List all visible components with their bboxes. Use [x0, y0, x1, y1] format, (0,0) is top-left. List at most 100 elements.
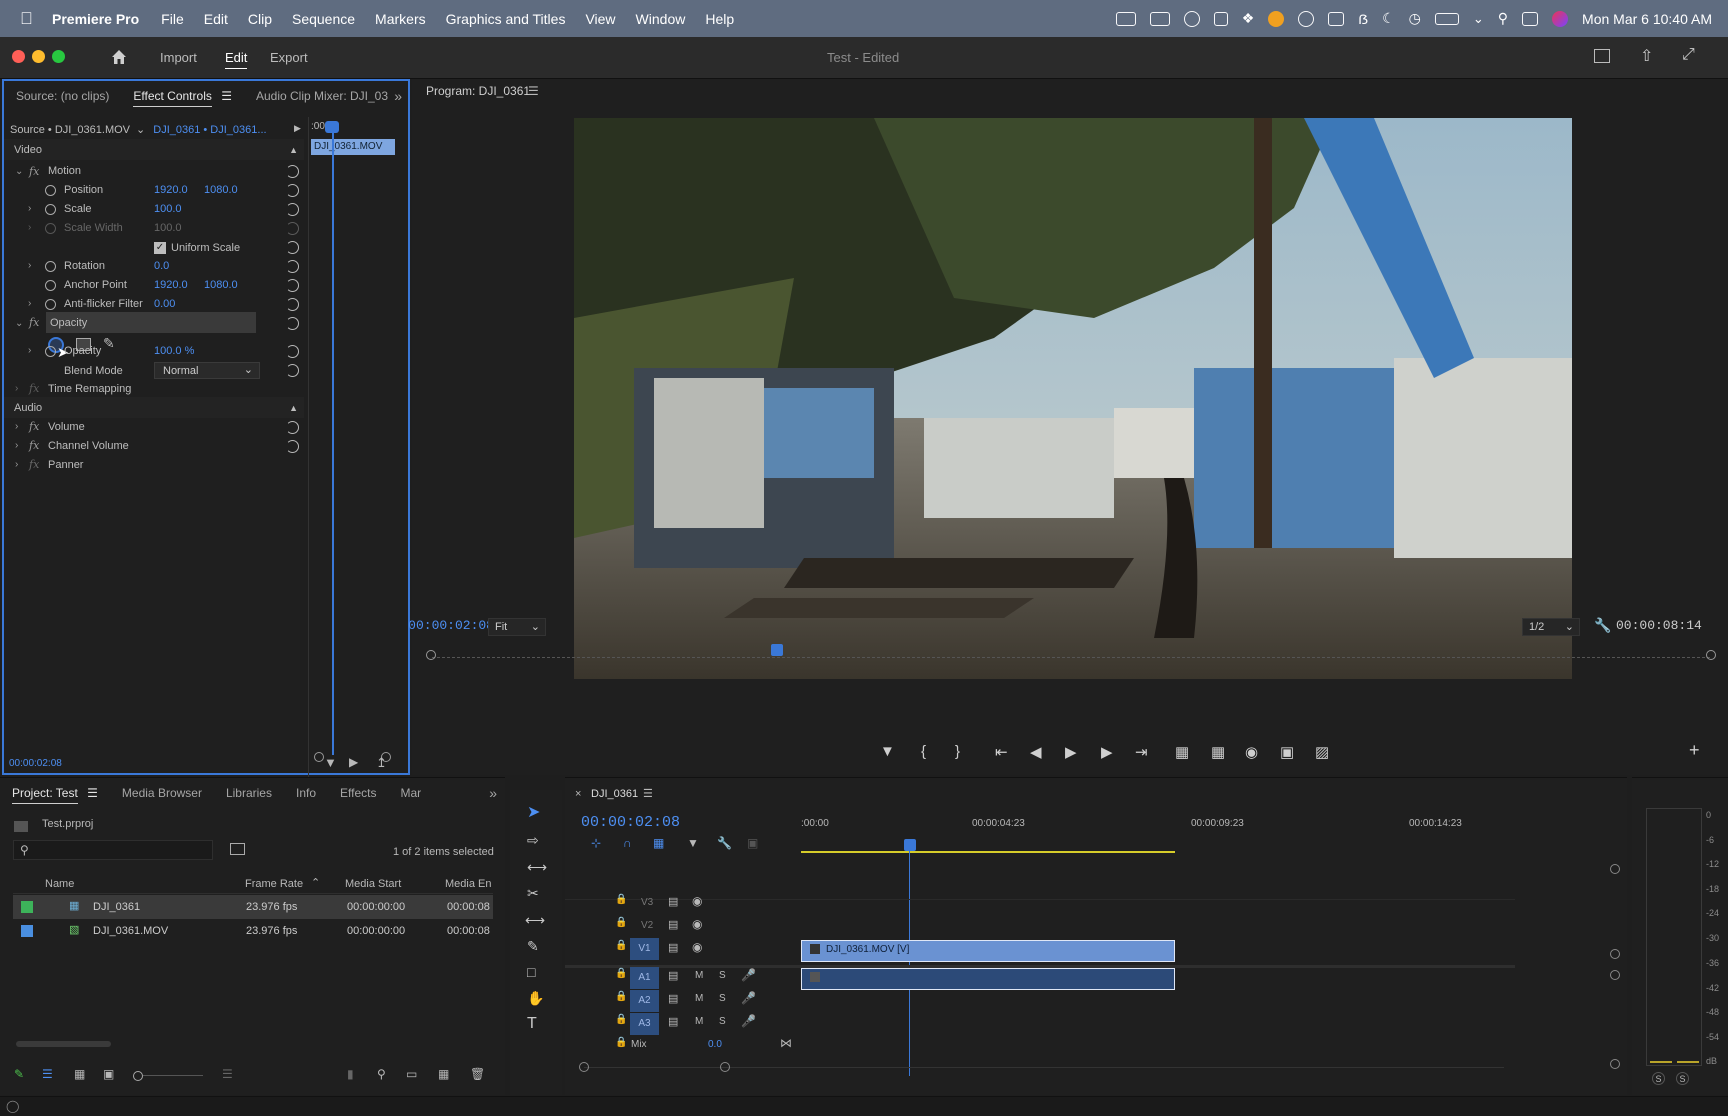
- minimize-window-button[interactable]: [32, 50, 45, 63]
- tab-libraries[interactable]: Libraries: [214, 786, 284, 800]
- export-frame-icon[interactable]: ◉: [1245, 743, 1258, 761]
- label-color-swatch[interactable]: [21, 901, 33, 913]
- moon-icon[interactable]: ☾: [1382, 10, 1395, 27]
- a2-mic-icon[interactable]: 🎤: [741, 991, 756, 1005]
- opacity-fx-badge-icon[interactable]: fx: [29, 316, 39, 329]
- v3-lock-icon[interactable]: 🔒: [615, 894, 627, 905]
- program-video-frame[interactable]: [574, 118, 1572, 679]
- program-scrubber[interactable]: [426, 644, 1716, 660]
- menubar-datetime[interactable]: Mon Mar 6 10:40 AM: [1582, 11, 1712, 27]
- rotation-expand-icon[interactable]: ›: [28, 260, 31, 271]
- v-scroll-mid-handle[interactable]: [1610, 949, 1620, 959]
- channel-volume-label[interactable]: Channel Volume: [48, 435, 129, 456]
- a2-solo-button[interactable]: S: [719, 993, 726, 1004]
- opacity-expand-icon[interactable]: ⌄: [15, 318, 23, 329]
- v3-label[interactable]: V3: [641, 897, 653, 908]
- project-overflow-icon[interactable]: »: [489, 785, 497, 801]
- freeform-view-icon[interactable]: ▣: [103, 1067, 114, 1081]
- wifi-icon[interactable]: ⌄: [1473, 11, 1484, 27]
- search-icon[interactable]: ⚲: [1498, 10, 1508, 27]
- control-center-icon[interactable]: [1522, 11, 1539, 26]
- tab-media-browser[interactable]: Media Browser: [110, 786, 214, 800]
- opacity-stopwatch-icon[interactable]: [45, 346, 56, 357]
- slip-tool-icon[interactable]: ⟷: [525, 912, 545, 928]
- timeline-timecode[interactable]: 00:00:02:08: [581, 814, 680, 831]
- close-window-button[interactable]: [12, 50, 25, 63]
- resolution-select[interactable]: 1/2 ⌄: [1522, 618, 1580, 636]
- go-to-out-icon[interactable]: ⇥: [1135, 743, 1148, 761]
- tab-markers[interactable]: Mar: [388, 786, 433, 800]
- a3-sync-icon[interactable]: ▤: [668, 1015, 678, 1028]
- go-to-in-icon[interactable]: ⇤: [995, 743, 1008, 761]
- meter-solo-left[interactable]: S: [1652, 1072, 1665, 1085]
- ec-mini-timeline[interactable]: :00:0 DJI_0361.MOV: [308, 117, 408, 777]
- reset-motion-icon[interactable]: [286, 165, 299, 178]
- time-remap-label[interactable]: Time Remapping: [48, 378, 131, 399]
- a1-label[interactable]: A1: [630, 967, 659, 989]
- scale-value[interactable]: 100.0: [154, 198, 182, 219]
- a-scroll-top-handle[interactable]: [1610, 970, 1620, 980]
- reset-opacity-value-icon[interactable]: [286, 345, 299, 358]
- button-editor-icon[interactable]: +: [1689, 740, 1700, 761]
- menu-clip[interactable]: Clip: [248, 11, 272, 27]
- time-remap-expand-icon[interactable]: ›: [15, 383, 18, 394]
- reset-scale-icon[interactable]: [286, 203, 299, 216]
- channel-volume-expand-icon[interactable]: ›: [15, 440, 18, 451]
- program-title[interactable]: Program: DJI_0361: [426, 84, 530, 98]
- position-y-value[interactable]: 1080.0: [204, 179, 238, 200]
- pen-mask-icon[interactable]: ✎: [103, 335, 115, 352]
- project-row-sequence[interactable]: ▦ DJI_0361 23.976 fps 00:00:00:00 00:00:…: [13, 895, 493, 919]
- tab-project[interactable]: Project: Test ☰: [0, 786, 110, 804]
- share-icon[interactable]: ⇧: [1640, 46, 1653, 66]
- tab-source[interactable]: Source: (no clips): [4, 89, 121, 103]
- panel-overflow-icon[interactable]: »: [394, 88, 402, 104]
- nav-export[interactable]: Export: [270, 50, 308, 65]
- a2-sync-icon[interactable]: ▤: [668, 992, 678, 1005]
- volume-fx-icon[interactable]: fx: [29, 420, 39, 433]
- reset-opacity-icon[interactable]: [286, 317, 299, 330]
- uniform-scale-checkbox[interactable]: ✓: [154, 242, 166, 254]
- snap-icon[interactable]: ∩: [623, 836, 632, 850]
- menu-window[interactable]: Window: [636, 11, 686, 27]
- v-scroll-top-handle[interactable]: [1610, 864, 1620, 874]
- step-forward-icon[interactable]: ▶: [1101, 743, 1113, 761]
- a2-label[interactable]: A2: [630, 990, 659, 1012]
- dropbox-icon[interactable]: ❖: [1242, 10, 1255, 27]
- captions-icon[interactable]: ▣: [747, 836, 758, 850]
- a1-lock-icon[interactable]: 🔒: [615, 968, 627, 979]
- ec-playhead[interactable]: [332, 125, 334, 755]
- camera-status-icon[interactable]: [1115, 11, 1136, 26]
- position-x-value[interactable]: 1920.0: [154, 179, 188, 200]
- trash-icon[interactable]: 🗑: [470, 1067, 485, 1081]
- tab-info[interactable]: Info: [284, 786, 328, 800]
- v1-lock-icon[interactable]: 🔒: [615, 940, 627, 951]
- mix-value[interactable]: 0.0: [708, 1039, 722, 1050]
- razor-tool-icon[interactable]: ✂: [527, 885, 539, 901]
- v2-label[interactable]: V2: [641, 920, 653, 931]
- menu-graphics-titles[interactable]: Graphics and Titles: [446, 11, 566, 27]
- rectangle-tool-icon[interactable]: □: [527, 964, 535, 980]
- a1-solo-button[interactable]: S: [719, 970, 726, 981]
- nest-toggle-icon[interactable]: ⊹: [591, 836, 601, 850]
- reset-anchor-icon[interactable]: [286, 279, 299, 292]
- sort-icon[interactable]: ☰: [222, 1067, 233, 1081]
- grammarly-icon[interactable]: [1298, 10, 1315, 27]
- menu-view[interactable]: View: [585, 11, 615, 27]
- motion-expand-icon[interactable]: ⌄: [15, 166, 23, 177]
- anchor-stopwatch-icon[interactable]: [45, 280, 56, 291]
- mark-in-icon[interactable]: {: [921, 743, 926, 760]
- ec-timecode[interactable]: 00:00:02:08: [9, 758, 62, 769]
- panner-label[interactable]: Panner: [48, 454, 83, 475]
- opacity-value[interactable]: 100.0 %: [154, 340, 194, 361]
- home-icon[interactable]: [110, 48, 128, 66]
- automate-icon[interactable]: ▮: [347, 1067, 354, 1081]
- scale-expand-icon[interactable]: ›: [28, 203, 31, 214]
- timeline-marker-icon[interactable]: ▼: [687, 836, 699, 850]
- v2-sync-icon[interactable]: ▤: [668, 918, 678, 931]
- mark-out-icon[interactable]: }: [955, 743, 960, 760]
- new-item-icon[interactable]: ▦: [438, 1067, 449, 1081]
- a3-lock-icon[interactable]: 🔒: [615, 1014, 627, 1025]
- type-tool-icon[interactable]: T: [527, 1016, 537, 1032]
- fx-badge-icon[interactable]: fx: [29, 165, 39, 178]
- motion-label[interactable]: Motion: [48, 160, 81, 181]
